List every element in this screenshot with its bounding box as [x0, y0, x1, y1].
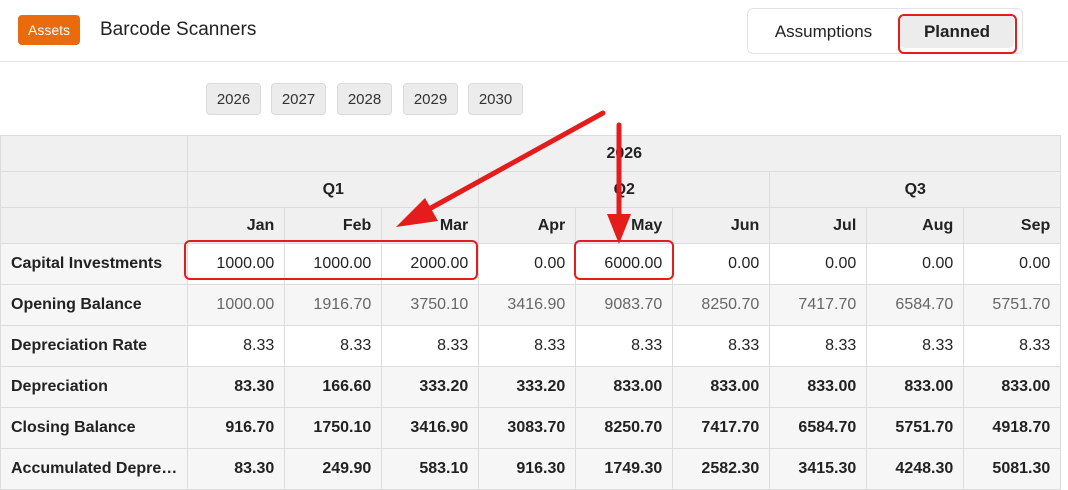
table-cell: 9083.70: [575, 284, 674, 326]
month-header: Mar: [381, 207, 480, 244]
quarter-header: Q2: [478, 171, 771, 208]
table-row: Depreciation 83.30 166.60 333.20 333.20 …: [0, 366, 1062, 408]
table-cell: 5751.70: [866, 407, 965, 449]
depreciation-rate-input[interactable]: 8.33: [284, 325, 383, 367]
top-bar: Assets Barcode Scanners Assumptions Plan…: [0, 0, 1068, 62]
capital-investment-input[interactable]: 0.00: [963, 243, 1062, 285]
table-cell: 833.00: [769, 366, 868, 408]
assumptions-tab[interactable]: Assumptions: [756, 16, 891, 48]
capital-investment-input[interactable]: 0.00: [769, 243, 868, 285]
month-header: May: [575, 207, 674, 244]
month-header: Jan: [187, 207, 286, 244]
table-cell: 166.60: [284, 366, 383, 408]
table-cell: 6584.70: [866, 284, 965, 326]
month-header: Jul: [769, 207, 868, 244]
capital-investment-input[interactable]: 6000.00: [575, 243, 674, 285]
view-toggle: Assumptions Planned: [747, 8, 1023, 54]
table-cell: 7417.70: [672, 407, 771, 449]
table-cell: 833.00: [575, 366, 674, 408]
table-cell: 249.90: [284, 448, 383, 490]
table-cell: 83.30: [187, 448, 286, 490]
table-cell: 3416.90: [478, 284, 577, 326]
capital-investment-input[interactable]: 0.00: [866, 243, 965, 285]
capital-investment-input[interactable]: 2000.00: [381, 243, 480, 285]
table-cell: 333.20: [381, 366, 480, 408]
depreciation-table: 2026 Q1 Q2 Q3 Jan Feb Mar Apr May Jun Ju…: [0, 135, 1062, 490]
row-label-depreciation: Depreciation: [0, 366, 189, 408]
depreciation-rate-input[interactable]: 8.33: [478, 325, 577, 367]
capital-investment-input[interactable]: 1000.00: [187, 243, 286, 285]
table-cell: 3416.90: [381, 407, 480, 449]
row-label-opening-balance: Opening Balance: [0, 284, 189, 326]
depreciation-rate-input[interactable]: 8.33: [575, 325, 674, 367]
corner-cell: [0, 135, 189, 172]
table-cell: 1750.10: [284, 407, 383, 449]
month-header: Aug: [866, 207, 965, 244]
corner-cell: [0, 207, 189, 244]
month-header: Apr: [478, 207, 577, 244]
year-tab-2030[interactable]: 2030: [468, 83, 523, 115]
month-header: Sep: [963, 207, 1062, 244]
table-cell: 8250.70: [672, 284, 771, 326]
table-cell: 6584.70: [769, 407, 868, 449]
depreciation-rate-input[interactable]: 8.33: [187, 325, 286, 367]
table-cell: 833.00: [866, 366, 965, 408]
table-cell: 3750.10: [381, 284, 480, 326]
quarter-header: Q3: [769, 171, 1062, 208]
table-cell: 333.20: [478, 366, 577, 408]
table-cell: 833.00: [672, 366, 771, 408]
table-cell: 2582.30: [672, 448, 771, 490]
assets-badge[interactable]: Assets: [18, 15, 81, 45]
table-row: Closing Balance 916.70 1750.10 3416.90 3…: [0, 407, 1062, 449]
table-cell: 1000.00: [187, 284, 286, 326]
corner-cell: [0, 171, 189, 208]
table-cell: 83.30: [187, 366, 286, 408]
table-cell: 1916.70: [284, 284, 383, 326]
depreciation-rate-input[interactable]: 8.33: [866, 325, 965, 367]
row-label-closing-balance: Closing Balance: [0, 407, 189, 449]
table-cell: 3083.70: [478, 407, 577, 449]
table-cell: 3415.30: [769, 448, 868, 490]
table-row: Capital Investments 1000.00 1000.00 2000…: [0, 243, 1062, 285]
depreciation-rate-input[interactable]: 8.33: [381, 325, 480, 367]
depreciation-rate-input[interactable]: 8.33: [672, 325, 771, 367]
table-row: Opening Balance 1000.00 1916.70 3750.10 …: [0, 284, 1062, 326]
quarter-header: Q1: [187, 171, 480, 208]
capital-investment-input[interactable]: 1000.00: [284, 243, 383, 285]
table-cell: 5081.30: [963, 448, 1062, 490]
table-cell: 4248.30: [866, 448, 965, 490]
row-label-depreciation-rate: Depreciation Rate: [0, 325, 189, 367]
month-header: Feb: [284, 207, 383, 244]
table-row: Depreciation Rate 8.33 8.33 8.33 8.33 8.…: [0, 325, 1062, 367]
depreciation-rate-input[interactable]: 8.33: [769, 325, 868, 367]
row-label-capital-investments: Capital Investments: [0, 243, 189, 285]
depreciation-rate-input[interactable]: 8.33: [963, 325, 1062, 367]
year-tab-2028[interactable]: 2028: [337, 83, 392, 115]
row-label-accumulated-depreciation: Accumulated Depre…: [0, 448, 189, 490]
table-row: Accumulated Depre… 83.30 249.90 583.10 9…: [0, 448, 1062, 490]
year-tab-2029[interactable]: 2029: [403, 83, 458, 115]
year-header: 2026: [187, 135, 1062, 172]
table-cell: 916.30: [478, 448, 577, 490]
table-cell: 583.10: [381, 448, 480, 490]
table-cell: 4918.70: [963, 407, 1062, 449]
month-header: Jun: [672, 207, 771, 244]
planned-tab[interactable]: Planned: [900, 16, 1014, 48]
page-title: Barcode Scanners: [100, 19, 257, 40]
table-cell: 7417.70: [769, 284, 868, 326]
table-cell: 5751.70: [963, 284, 1062, 326]
capital-investment-input[interactable]: 0.00: [478, 243, 577, 285]
capital-investment-input[interactable]: 0.00: [672, 243, 771, 285]
table-cell: 916.70: [187, 407, 286, 449]
year-tab-2027[interactable]: 2027: [271, 83, 326, 115]
table-cell: 8250.70: [575, 407, 674, 449]
year-tab-2026[interactable]: 2026: [206, 83, 261, 115]
table-cell: 1749.30: [575, 448, 674, 490]
table-cell: 833.00: [963, 366, 1062, 408]
